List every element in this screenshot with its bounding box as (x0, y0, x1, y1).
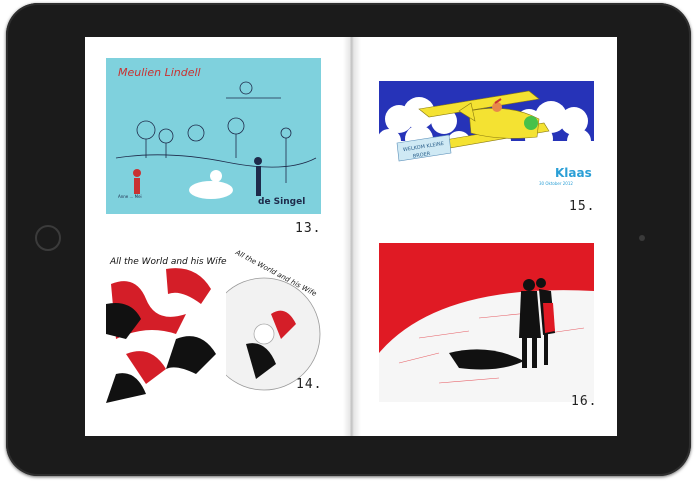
artwork-13-poster[interactable]: Meulien Lindell Anne ... Mei de Singel (106, 58, 321, 214)
poster-title: Meulien Lindell (118, 66, 201, 79)
home-button-icon[interactable] (35, 225, 61, 251)
venue-logo: de Singel (258, 197, 305, 207)
book-spine (343, 37, 361, 436)
screen: Meulien Lindell Anne ... Mei de Singel A… (85, 37, 617, 436)
page-number-14: 14. (296, 377, 323, 392)
camera-icon (639, 235, 645, 241)
artwork-14-cd-packaging[interactable]: All the World and his Wife All the World… (106, 244, 321, 403)
artwork-15-birth-card[interactable]: WELKOM KLEINE BROER Klaas 30 Oktober 201… (379, 81, 594, 191)
tablet-frame: Meulien Lindell Anne ... Mei de Singel A… (6, 3, 691, 476)
page-number-16: 16. (571, 394, 598, 409)
page-number-13: 13. (295, 221, 322, 236)
card-date: 30 Oktober 2012 (539, 181, 573, 186)
page-number-15: 15. (569, 199, 596, 214)
card-name: Klaas (555, 166, 592, 180)
artwork-16-linocut[interactable] (379, 243, 594, 402)
sleeve-title: All the World and his Wife (109, 257, 227, 267)
poster-caption: Anne ... Mei (118, 194, 142, 199)
